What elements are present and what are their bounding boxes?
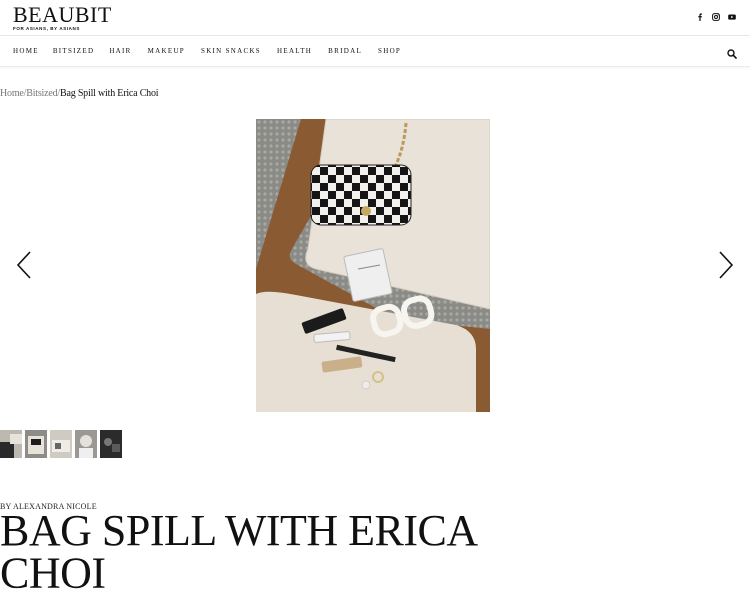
chevron-left-icon[interactable] <box>15 251 35 281</box>
gallery-thumbnails <box>0 430 122 458</box>
instagram-icon[interactable] <box>712 13 720 21</box>
article-title: BAG SPILL WITH ERICA CHOI <box>0 505 476 598</box>
gallery-thumbnail[interactable] <box>100 430 122 458</box>
nav-item-skin-snacks[interactable]: SKIN SNACKS <box>201 47 261 55</box>
gallery-thumbnail[interactable] <box>50 430 72 458</box>
gallery-thumbnail[interactable] <box>25 430 47 458</box>
nav-item-bridal[interactable]: BRIDAL <box>328 47 362 55</box>
nav-item-shop[interactable]: SHOP <box>378 47 401 55</box>
site-logo[interactable]: BEAUBIT FOR ASIANS, BY ASIANS <box>13 2 112 32</box>
gallery-main-image[interactable] <box>256 119 490 412</box>
gallery-thumbnail[interactable] <box>75 430 97 458</box>
social-links <box>696 13 736 21</box>
nav-item-health[interactable]: HEALTH <box>277 47 312 55</box>
nav-item-hair[interactable]: HAIR <box>109 47 131 55</box>
site-header: BEAUBIT FOR ASIANS, BY ASIANS <box>0 0 750 36</box>
breadcrumb: Home/Bitsized/Bag Spill with Erica Choi <box>0 88 159 99</box>
breadcrumb-current: Bag Spill with Erica Choi <box>60 88 159 99</box>
nav-item-bitsized[interactable]: BITSIZED <box>53 47 95 55</box>
logo-wordmark: BEAUBIT <box>13 2 112 27</box>
search-icon[interactable] <box>727 46 737 59</box>
breadcrumb-home[interactable]: Home <box>0 88 24 99</box>
gallery-thumbnail[interactable] <box>0 430 22 458</box>
nav-menu: HOME BITSIZED HAIR MAKEUP SKIN SNACKS HE… <box>13 47 401 55</box>
nav-item-makeup[interactable]: MAKEUP <box>148 47 185 55</box>
chevron-right-icon[interactable] <box>715 251 735 281</box>
nav-item-home[interactable]: HOME <box>13 47 39 55</box>
facebook-icon[interactable] <box>696 13 704 21</box>
breadcrumb-section[interactable]: Bitsized <box>26 88 57 99</box>
main-nav: HOME BITSIZED HAIR MAKEUP SKIN SNACKS HE… <box>0 36 750 67</box>
youtube-icon[interactable] <box>728 13 736 21</box>
